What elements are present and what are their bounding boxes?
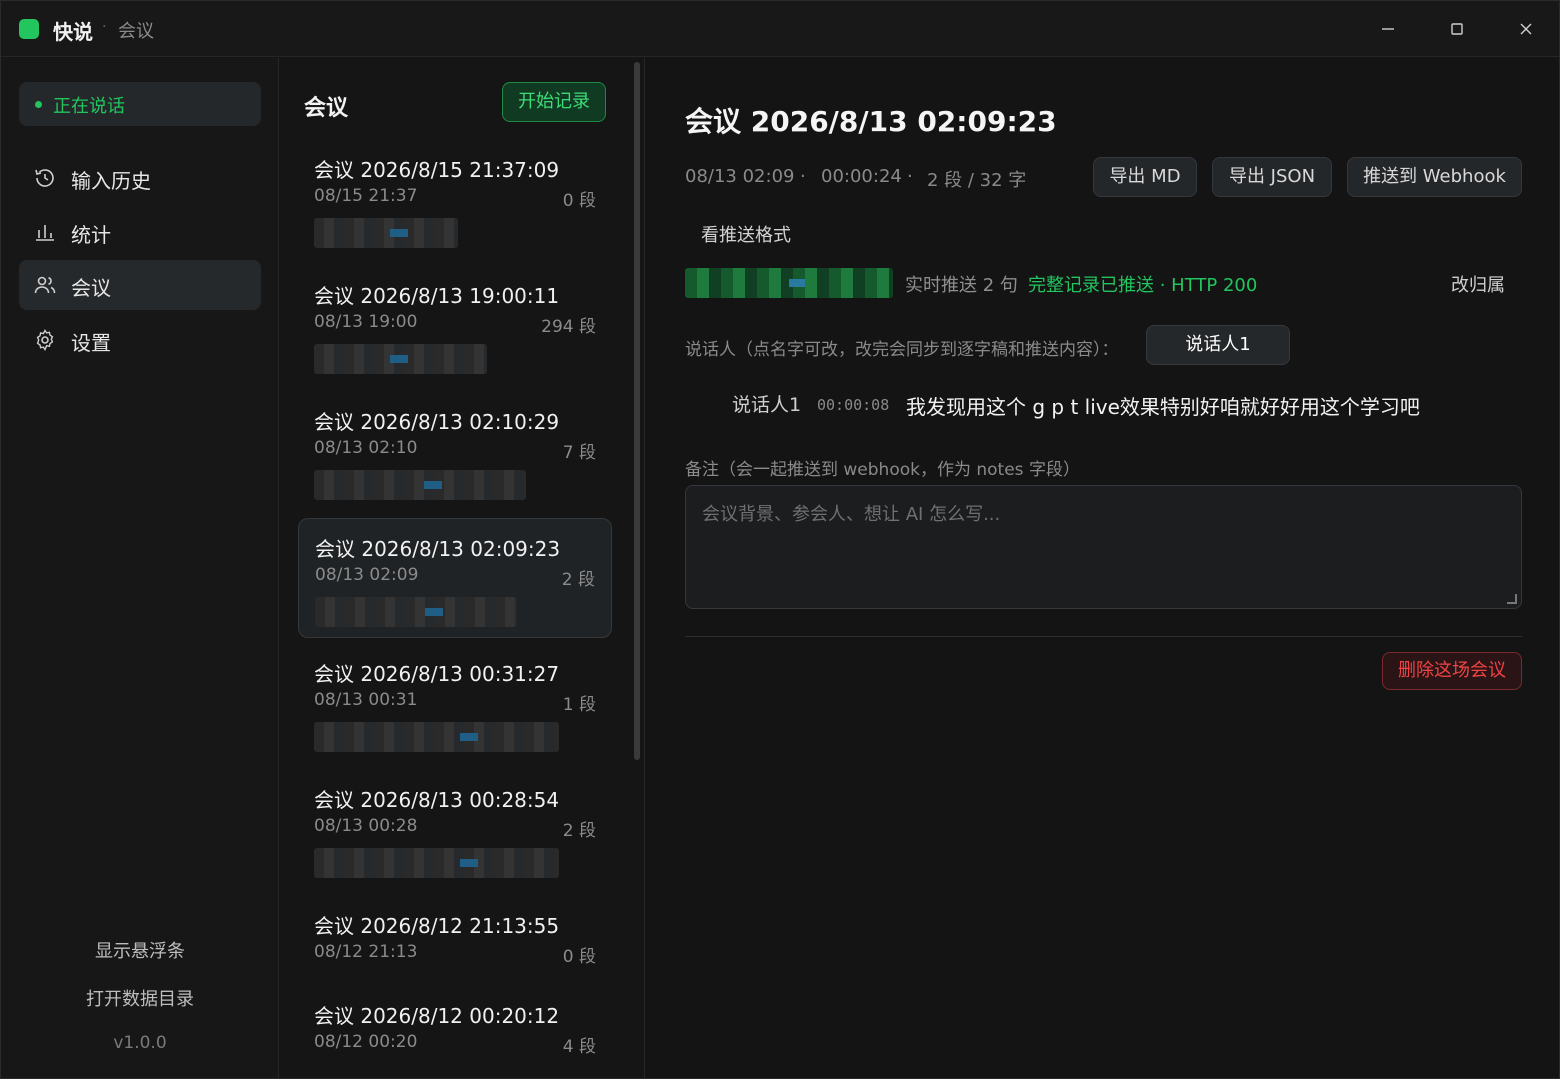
- sidebar-item-settings[interactable]: 设置: [19, 315, 261, 365]
- redacted-preview: [314, 848, 559, 878]
- gear-icon: [36, 329, 54, 351]
- export-md-button[interactable]: 导出 MD: [1093, 157, 1197, 197]
- app-window: 快说 · 会议 正在说话 输入历史 统计 会议 设置 显示悬浮条 打开数据目录 …: [0, 0, 1560, 1079]
- notes-textarea[interactable]: [685, 485, 1522, 609]
- bar-chart-icon: [36, 225, 54, 241]
- meeting-date: 08/13 02:10: [314, 438, 418, 458]
- app-version: v1.0.0: [113, 1033, 167, 1053]
- meeting-segment-count: 4 段: [562, 1037, 596, 1057]
- meeting-card[interactable]: 会议 2026/8/13 19:00:11 08/13 19:00 294 段: [298, 266, 612, 386]
- resize-handle-icon[interactable]: [1507, 594, 1517, 604]
- meeting-segment-count: 0 段: [562, 947, 596, 967]
- meta-duration: 00:00:24: [821, 166, 902, 187]
- title-bar: 快说 · 会议: [1, 1, 1559, 57]
- meta-stats: 2 段 / 32 字: [927, 170, 1027, 191]
- maximize-button[interactable]: [1442, 15, 1472, 43]
- realtime-push-count: 实时推送 2 句: [905, 275, 1018, 296]
- detail-title: 会议 2026/8/13 02:09:23: [685, 105, 1057, 138]
- meeting-title: 会议 2026/8/13 19:00:11: [314, 284, 560, 308]
- meeting-title: 会议 2026/8/15 21:37:09: [314, 158, 560, 182]
- meeting-card[interactable]: 会议 2026/8/15 21:37:09 08/15 21:37 0 段: [298, 140, 612, 260]
- meeting-card[interactable]: 会议 2026/8/13 02:10:29 08/13 02:10 7 段: [298, 392, 612, 512]
- view-push-format-link[interactable]: 看推送格式: [701, 221, 791, 247]
- title-separator: ·: [102, 19, 107, 35]
- maximize-icon: [1451, 23, 1463, 35]
- redacted-preview: [315, 597, 517, 627]
- live-dot-icon: [35, 101, 42, 108]
- export-json-button[interactable]: 导出 JSON: [1212, 157, 1332, 197]
- segment-speaker[interactable]: 说话人1: [732, 390, 801, 417]
- sidebar-item-history[interactable]: 输入历史: [19, 153, 261, 203]
- redacted-webhook-url: [685, 268, 893, 298]
- redacted-preview: [314, 722, 559, 752]
- speaker-chip[interactable]: 说话人1: [1146, 325, 1290, 365]
- app-name: 快说: [53, 20, 93, 44]
- speaker-hint: 说话人（点名字可改，改完会同步到逐字稿和推送内容）：: [685, 340, 1119, 360]
- redacted-preview: [314, 218, 458, 248]
- meeting-date: 08/12 21:13: [314, 942, 418, 962]
- meeting-title: 会议 2026/8/13 00:28:54: [314, 788, 560, 812]
- sidebar-item-label: 统计: [71, 223, 111, 247]
- meeting-card-selected[interactable]: 会议 2026/8/13 02:09:23 08/13 02:09 2 段: [298, 518, 612, 638]
- sidebar-item-label: 会议: [71, 276, 111, 300]
- meeting-date: 08/13 19:00: [314, 312, 418, 332]
- sidebar-item-meetings[interactable]: 会议: [19, 260, 261, 310]
- sidebar-item-stats[interactable]: 统计: [19, 207, 261, 257]
- sidebar-item-label: 设置: [71, 331, 111, 355]
- meeting-date: 08/13 00:31: [314, 690, 418, 710]
- divider: [685, 636, 1522, 637]
- list-title: 会议: [304, 96, 349, 121]
- reassign-link[interactable]: 改归属: [1451, 271, 1505, 297]
- meeting-title: 会议 2026/8/12 00:20:12: [314, 1004, 560, 1028]
- meta-date: 08/13 02:09: [685, 166, 795, 187]
- notes-label: 备注（会一起推送到 webhook，作为 notes 字段）: [685, 460, 1080, 480]
- meeting-segment-count: 1 段: [562, 695, 596, 715]
- meeting-segment-count: 7 段: [562, 443, 596, 463]
- meta-separator: ·: [907, 166, 913, 187]
- redacted-preview: [314, 470, 526, 500]
- live-status-pill[interactable]: 正在说话: [19, 82, 261, 126]
- close-icon: [1520, 23, 1532, 35]
- meeting-title: 会议 2026/8/13 02:10:29: [314, 410, 560, 434]
- meeting-title: 会议 2026/8/13 00:31:27: [314, 662, 560, 686]
- show-floating-bar-link[interactable]: 显示悬浮条: [1, 937, 279, 963]
- meeting-segment-count: 0 段: [562, 191, 596, 211]
- app-logo-icon: [19, 19, 39, 39]
- users-icon: [34, 276, 56, 294]
- minimize-button[interactable]: [1373, 15, 1403, 43]
- redacted-preview: [314, 344, 487, 374]
- meeting-date: 08/12 00:20: [314, 1032, 418, 1052]
- minimize-icon: [1382, 28, 1394, 30]
- meeting-card[interactable]: 会议 2026/8/13 00:28:54 08/13 00:28 2 段: [298, 770, 612, 890]
- sidebar-item-label: 输入历史: [71, 169, 151, 193]
- meeting-card[interactable]: 会议 2026/8/12 00:20:12 08/12 00:20 4 段: [298, 986, 612, 1078]
- meeting-card[interactable]: 会议 2026/8/13 00:31:27 08/13 00:31 1 段: [298, 644, 612, 764]
- open-data-dir-link[interactable]: 打开数据目录: [1, 985, 279, 1011]
- start-recording-button[interactable]: 开始记录: [502, 82, 606, 122]
- push-webhook-button[interactable]: 推送到 Webhook: [1347, 157, 1522, 197]
- history-icon: [35, 169, 54, 187]
- meta-separator: ·: [800, 166, 806, 187]
- push-status: 完整记录已推送 · HTTP 200: [1028, 275, 1258, 296]
- meeting-date: 08/13 00:28: [314, 816, 418, 836]
- sidebar: 正在说话 输入历史 统计 会议 设置 显示悬浮条 打开数据目录 v1.0.0: [1, 58, 279, 1078]
- live-status-text: 正在说话: [53, 96, 125, 117]
- meeting-segment-count: 2 段: [561, 570, 595, 590]
- meeting-title: 会议 2026/8/12 21:13:55: [314, 914, 560, 938]
- meeting-list-pane: 会议 开始记录 会议 2026/8/15 21:37:09 08/15 21:3…: [280, 58, 645, 1078]
- meeting-segment-count: 2 段: [562, 821, 596, 841]
- meeting-date: 08/13 02:09: [315, 565, 419, 585]
- meeting-detail-pane: 会议 2026/8/13 02:09:23 08/13 02:09 · 00:0…: [646, 58, 1559, 1078]
- delete-meeting-button[interactable]: 删除这场会议: [1382, 652, 1522, 690]
- meeting-date: 08/15 21:37: [314, 186, 418, 206]
- meeting-title: 会议 2026/8/13 02:09:23: [315, 537, 561, 561]
- segment-timestamp: 00:00:08: [817, 396, 890, 414]
- segment-text: 我发现用这个 g p t live效果特别好咱就好好用这个学习吧: [906, 395, 1420, 419]
- title-section: 会议: [118, 21, 154, 42]
- meeting-segment-count: 294 段: [541, 317, 596, 337]
- list-scrollbar[interactable]: [634, 62, 640, 760]
- close-button[interactable]: [1511, 15, 1541, 43]
